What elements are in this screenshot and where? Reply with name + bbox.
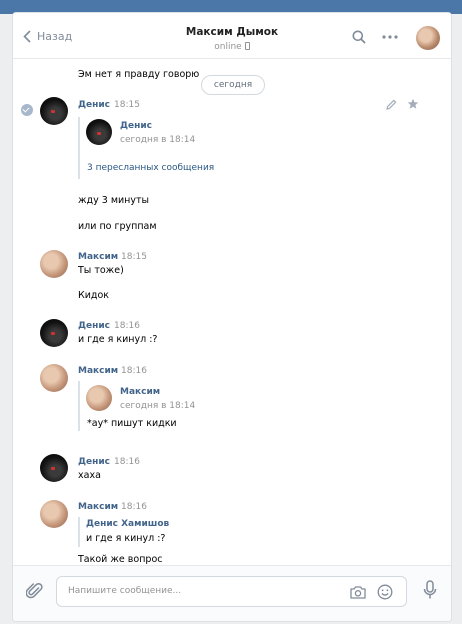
message-time[interactable]: 18:16 [114, 457, 140, 467]
pencil-icon[interactable] [386, 99, 397, 110]
message-input[interactable]: Напишите сообщение... [56, 576, 407, 607]
avatar[interactable] [40, 364, 68, 392]
message-time[interactable]: 18:16 [121, 502, 147, 512]
chat-status: online [13, 42, 451, 52]
message-time[interactable]: 18:15 [121, 252, 147, 262]
message-author[interactable]: Максим [78, 502, 118, 512]
message-time[interactable]: 18:15 [114, 100, 140, 110]
chat-panel: Назад Максим Дымок online Эм нет я правд… [12, 12, 452, 622]
search-icon[interactable] [352, 30, 366, 44]
reply-text: и где я кинул :? [86, 533, 166, 544]
avatar[interactable] [86, 119, 112, 145]
message-author[interactable]: Максим [78, 366, 118, 376]
message-text: Ты тоже) [78, 265, 124, 276]
forwarded-messages-link[interactable]: 3 пересланных сообщения [87, 163, 214, 173]
forward-bar [78, 381, 80, 431]
message-text: хаха [78, 470, 101, 481]
avatar[interactable] [40, 319, 68, 347]
message-text: или по группам [78, 221, 157, 232]
forward-time: сегодня в 18:14 [120, 401, 196, 411]
camera-icon[interactable] [350, 585, 366, 599]
avatar[interactable] [40, 250, 68, 278]
message-author[interactable]: Денис [78, 457, 110, 467]
check-icon[interactable] [21, 104, 33, 116]
chat-header: Назад Максим Дымок online [13, 13, 451, 59]
avatar[interactable] [86, 385, 112, 411]
message-author[interactable]: Максим [78, 252, 118, 262]
message-placeholder: Напишите сообщение... [68, 586, 182, 596]
message-text: Эм нет я правду говорю [78, 69, 200, 80]
date-separator: сегодня [201, 75, 265, 95]
star-icon[interactable] [407, 98, 419, 110]
forward-author[interactable]: Денис [120, 121, 152, 131]
message-time[interactable]: 18:16 [121, 366, 147, 376]
message-composer: Напишите сообщение... [13, 565, 451, 621]
message-history[interactable]: Эм нет я правду говорю сегодня Денис 18:… [13, 60, 451, 564]
reply-bar [78, 517, 80, 547]
message-text: и где я кинул :? [78, 334, 158, 345]
avatar[interactable] [40, 500, 68, 528]
microphone-icon[interactable] [423, 580, 437, 600]
forward-author[interactable]: Максим [120, 387, 160, 397]
more-icon[interactable] [382, 35, 398, 39]
avatar[interactable] [40, 97, 68, 125]
reply-author[interactable]: Денис Хамишов [86, 519, 169, 529]
phone-icon [244, 42, 250, 50]
message-text: жду 3 минуты [78, 195, 150, 206]
paperclip-icon[interactable] [26, 582, 44, 600]
status-text: online [214, 42, 242, 52]
emoji-icon[interactable] [377, 584, 393, 600]
message-text: Такой же вопрос [78, 554, 163, 564]
message-text: Кидок [78, 290, 110, 301]
message-author[interactable]: Денис [78, 321, 110, 331]
message-author[interactable]: Денис [78, 100, 110, 110]
forward-bar [78, 117, 80, 179]
message-time[interactable]: 18:16 [114, 321, 140, 331]
forward-time: сегодня в 18:14 [120, 135, 196, 145]
avatar[interactable] [40, 454, 68, 482]
header-avatar[interactable] [416, 26, 440, 50]
forward-text: *ау* пишут кидки [87, 418, 177, 429]
